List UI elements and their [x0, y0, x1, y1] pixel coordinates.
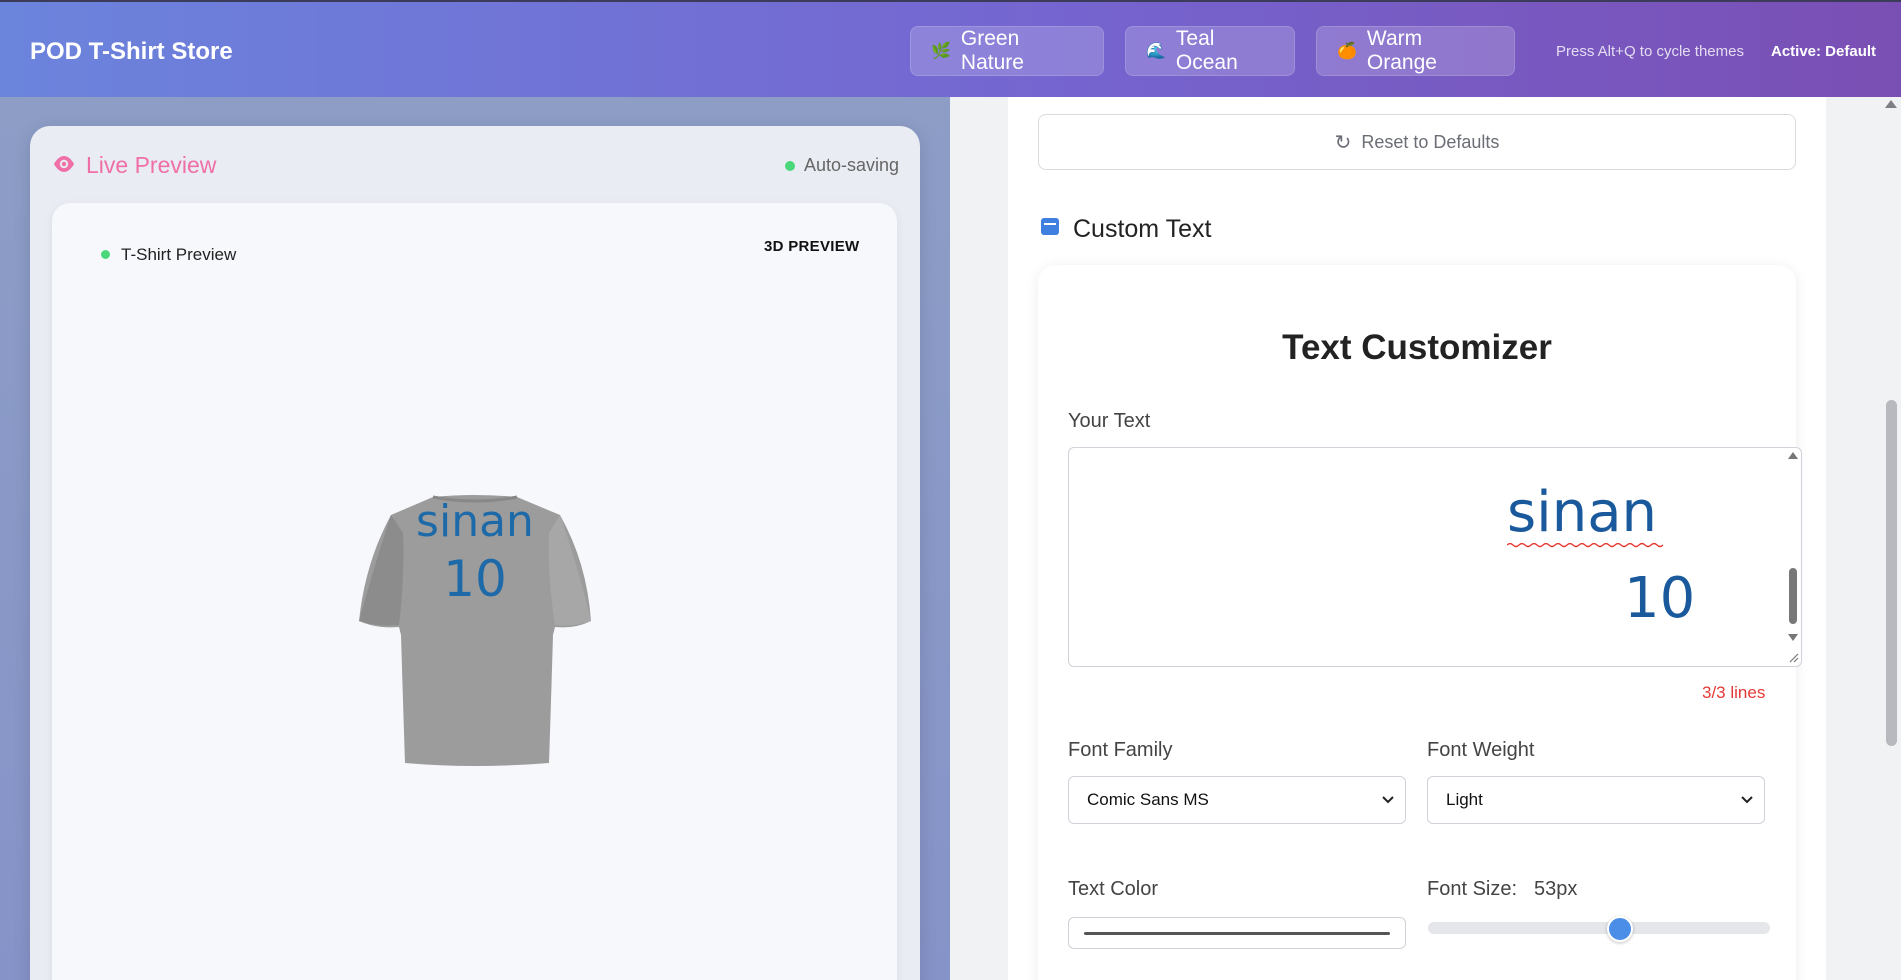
brand-title: POD T-Shirt Store: [30, 38, 233, 65]
tshirt-3d-model[interactable]: sinan 10: [355, 493, 595, 768]
font-weight-label: Font Weight: [1427, 739, 1535, 761]
theme-label: Warm Orange: [1366, 27, 1437, 74]
text-color-label: Text Color: [1068, 878, 1159, 900]
font-family-label: Font Family: [1068, 739, 1173, 761]
chevron-down-icon: [1382, 796, 1394, 804]
text-color-picker[interactable]: [1068, 917, 1406, 949]
orange-icon: 🍊: [1337, 43, 1357, 60]
custom-text-section-title: Custom Text: [1073, 215, 1212, 243]
page-scrollbar-thumb[interactable]: [1886, 400, 1897, 746]
reset-defaults-button[interactable]: ↻ Reset to Defaults: [1038, 114, 1796, 170]
autosave-status-dot: [785, 161, 795, 171]
color-swatch: [1084, 932, 1390, 935]
refresh-icon: ↻: [1334, 131, 1352, 154]
3d-preview-badge: 3D PREVIEW: [764, 238, 860, 255]
autosave-status: Auto-saving: [804, 155, 900, 175]
shirt-text-number: 10: [443, 550, 507, 608]
calendar-icon: [1041, 218, 1059, 235]
theme-hint: Press Alt+Q to cycle themes: [1556, 43, 1744, 60]
font-size-slider-thumb[interactable]: [1606, 916, 1633, 942]
theme-teal-ocean-button[interactable]: 🌊 Teal Ocean: [1125, 26, 1295, 76]
preview-status-dot: [101, 250, 110, 259]
text-line-2: 10: [1624, 566, 1696, 631]
active-theme-label: Active: Default: [1771, 43, 1877, 60]
textarea-scrollbar[interactable]: [1786, 450, 1800, 664]
font-size-value: 53px: [1534, 878, 1578, 900]
font-family-value: Comic Sans MS: [1087, 790, 1209, 809]
text-customizer-title: Text Customizer: [1282, 328, 1552, 367]
leaf-icon: 🌿: [931, 43, 951, 60]
theme-warm-orange-button[interactable]: 🍊 Warm Orange: [1316, 26, 1515, 76]
live-preview-title: Live Preview: [86, 152, 217, 178]
scroll-up-arrow-icon[interactable]: [1885, 100, 1897, 108]
spellcheck-underline: [1507, 542, 1664, 548]
font-family-select[interactable]: Comic Sans MS: [1068, 776, 1406, 824]
text-line-1: sinan: [1507, 480, 1658, 545]
tshirt-preview-label: T-Shirt Preview: [121, 245, 237, 264]
theme-green-nature-button[interactable]: 🌿 Green Nature: [910, 26, 1104, 76]
font-size-slider[interactable]: [1428, 922, 1770, 934]
font-weight-select[interactable]: Light: [1427, 776, 1765, 824]
eye-icon: [54, 156, 74, 172]
line-count: 3/3 lines: [1702, 683, 1766, 702]
top-header: POD T-Shirt Store 🌿 Green Nature 🌊 Teal …: [0, 0, 1901, 97]
shirt-text-name: sinan: [416, 496, 534, 547]
theme-label: Teal Ocean: [1175, 27, 1238, 74]
your-text-label: Your Text: [1068, 410, 1151, 432]
font-weight-value: Light: [1446, 790, 1483, 809]
wave-icon: 🌊: [1146, 43, 1166, 60]
your-text-textarea[interactable]: sinan 10: [1068, 447, 1802, 667]
reset-label: Reset to Defaults: [1361, 131, 1500, 152]
theme-label: Green Nature: [960, 27, 1024, 74]
chevron-down-icon: [1741, 796, 1753, 804]
font-size-label: Font Size:: [1427, 878, 1518, 900]
